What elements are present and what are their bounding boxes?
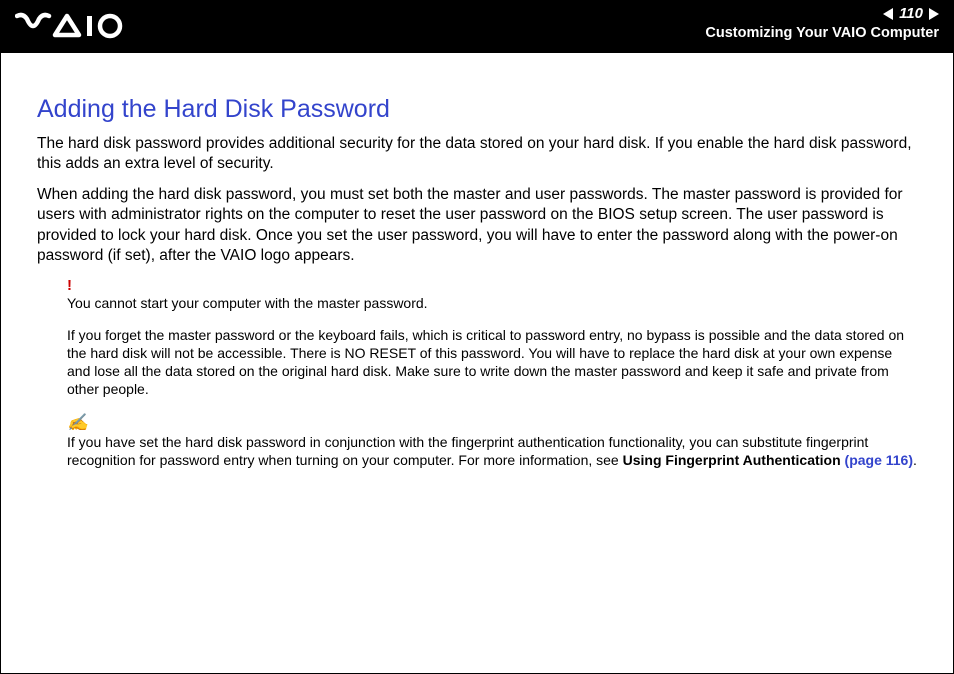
note-suffix: . <box>913 452 917 468</box>
page-nav: 110 <box>883 5 939 22</box>
header-bar: 110 Customizing Your VAIO Computer <box>1 1 953 53</box>
note-bold: Using Fingerprint Authentication <box>623 452 845 468</box>
note-text: If you have set the hard disk password i… <box>67 433 917 469</box>
warning-block: ! You cannot start your computer with th… <box>67 277 917 469</box>
prev-page-arrow-icon[interactable] <box>883 8 893 20</box>
page-number: 110 <box>897 5 925 22</box>
warning-icon: ! <box>67 277 917 294</box>
note-icon: ✍ <box>67 413 917 433</box>
vaio-logo <box>15 11 125 46</box>
section-title: Customizing Your VAIO Computer <box>705 25 939 41</box>
page-content: Adding the Hard Disk Password The hard d… <box>1 53 953 469</box>
next-page-arrow-icon[interactable] <box>929 8 939 20</box>
page-link[interactable]: (page 116) <box>845 452 913 468</box>
page-title: Adding the Hard Disk Password <box>37 95 917 124</box>
intro-paragraph-2: When adding the hard disk password, you … <box>37 185 917 267</box>
intro-paragraph-1: The hard disk password provides addition… <box>37 134 917 175</box>
warning-text-1: You cannot start your computer with the … <box>67 294 917 312</box>
warning-text-2: If you forget the master password or the… <box>67 326 917 399</box>
